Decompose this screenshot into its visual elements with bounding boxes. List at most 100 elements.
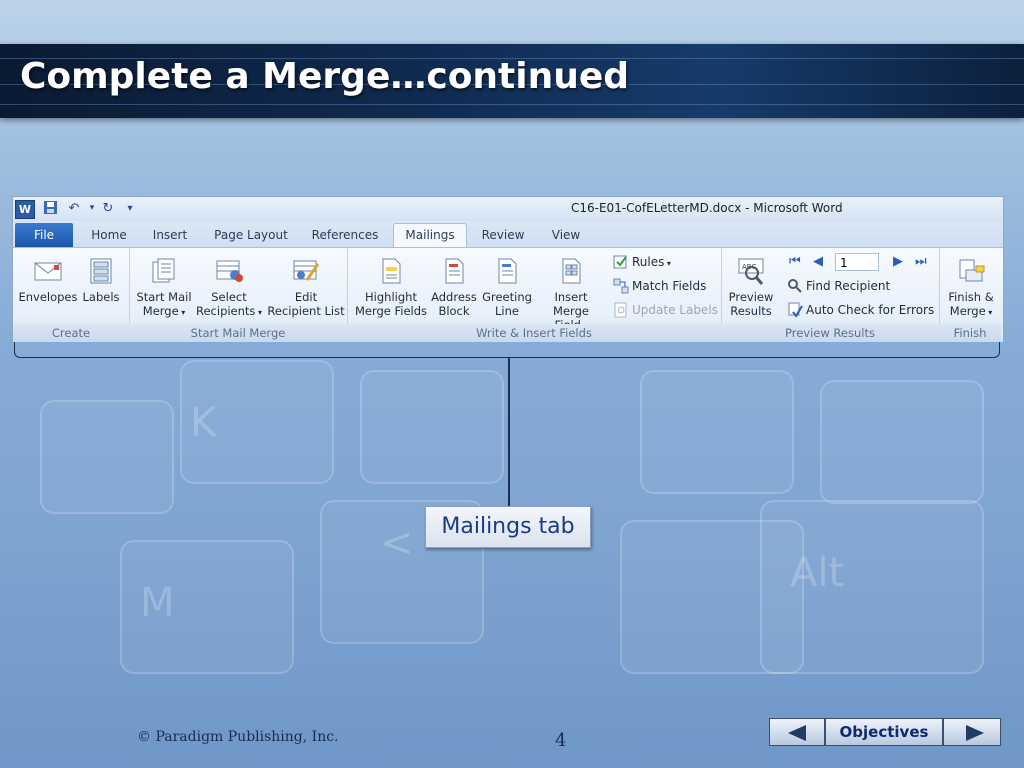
objectives-button[interactable]: Objectives [825, 718, 943, 746]
preview-results-icon: ABC [736, 256, 766, 286]
dropdown-arrow-icon: ▾ [664, 259, 671, 268]
dropdown-arrow-icon: ▾ [985, 308, 993, 317]
previous-slide-button[interactable] [769, 718, 825, 746]
group-start-mail-merge: Start Mail Merge ▾ Select Recipients ▾ E… [129, 248, 348, 342]
start-mail-merge-icon [149, 256, 179, 286]
callout-connector [508, 358, 510, 506]
save-icon[interactable] [41, 200, 59, 217]
highlight-label-2: Merge Fields [354, 304, 428, 318]
select-recipients-icon [214, 256, 244, 286]
labels-button[interactable]: Labels [79, 256, 123, 304]
highlight-label-1: Highlight [365, 290, 417, 304]
group-preview-results: ABC Preview Results ⏮ ◀ 1 ▶ ⏭ Find Recip… [721, 248, 940, 342]
group-label-start-mail-merge: Start Mail Merge [129, 324, 347, 342]
rules-icon [613, 254, 629, 270]
next-record-icon[interactable]: ▶ [893, 254, 903, 269]
next-slide-button[interactable] [943, 718, 1001, 746]
edit-recipient-list-label-2: Recipient List [267, 304, 345, 318]
last-record-icon[interactable]: ⏭ [915, 254, 927, 269]
edit-recipient-list-icon [291, 256, 321, 286]
tab-home[interactable]: Home [83, 224, 135, 246]
group-label-create: Create [13, 324, 129, 342]
rules-button[interactable]: Rules ▾ [613, 252, 671, 272]
dropdown-arrow-icon: ▾ [178, 308, 186, 317]
match-fields-button[interactable]: Match Fields [613, 276, 706, 296]
triangle-left-icon [788, 725, 806, 741]
preview-results-button[interactable]: ABC Preview Results [725, 256, 777, 318]
match-fields-icon [613, 278, 629, 294]
find-recipient-label: Find Recipient [806, 279, 891, 293]
previous-record-icon[interactable]: ◀ [813, 254, 823, 269]
address-block-button[interactable]: Address Block [429, 256, 479, 318]
envelope-icon [33, 256, 63, 286]
insert-merge-field-label-1: Insert Merge [553, 290, 589, 318]
find-recipient-icon [787, 278, 803, 294]
group-label-finish: Finish [939, 324, 1001, 342]
first-record-icon[interactable]: ⏮ [789, 254, 801, 269]
group-label-write-insert-fields: Write & Insert Fields [347, 324, 721, 342]
insert-merge-field-button[interactable]: Insert Merge Field ▾ [535, 256, 607, 334]
update-labels-button[interactable]: Update Labels [613, 300, 718, 320]
greeting-line-button[interactable]: Greeting Line [481, 256, 533, 318]
redo-icon[interactable]: ↻ [99, 200, 117, 217]
window-title: C16-E01-CofELetterMD.docx - Microsoft Wo… [571, 201, 843, 215]
start-mail-merge-button[interactable]: Start Mail Merge ▾ [133, 256, 195, 320]
auto-check-label: Auto Check for Errors [806, 303, 935, 317]
slide-navigation: Objectives [769, 718, 1001, 748]
envelopes-button[interactable]: Envelopes [17, 256, 79, 304]
start-mail-merge-label-2: Merge [142, 304, 179, 318]
tab-view[interactable]: View [541, 224, 591, 246]
tab-file[interactable]: File [15, 223, 73, 247]
finish-merge-label-1: Finish & [948, 290, 994, 304]
rules-label: Rules [632, 255, 665, 269]
find-recipient-button[interactable]: Find Recipient [787, 276, 890, 296]
ribbon-tabs: File Home Insert Page Layout References … [13, 221, 1003, 248]
mailings-tab-callout: Mailings tab [425, 506, 591, 548]
auto-check-errors-button[interactable]: Auto Check for Errors [787, 300, 934, 320]
select-recipients-label-2: Recipients [196, 304, 256, 318]
mailings-ribbon: Envelopes Labels Create Start Mail Merge… [13, 247, 1003, 342]
finish-merge-label-2: Merge [949, 304, 986, 318]
preview-results-label-2: Results [730, 304, 772, 318]
edit-recipient-list-button[interactable]: Edit Recipient List [267, 256, 345, 318]
greeting-line-label-1: Greeting [482, 290, 532, 304]
record-number-input[interactable]: 1 [835, 253, 879, 271]
undo-icon[interactable]: ↶ [65, 200, 83, 217]
greeting-line-label-2: Line [495, 304, 519, 318]
update-labels-label: Update Labels [632, 303, 718, 317]
dropdown-arrow-icon: ▾ [255, 308, 262, 317]
page-number: 4 [555, 730, 567, 751]
quick-access-toolbar: W ↶ ▾ ↻ ▾ C16-E01-CofELetterMD.docx - Mi… [13, 197, 1003, 221]
address-block-icon [439, 256, 469, 286]
labels-label: Labels [82, 290, 120, 304]
greeting-line-icon [492, 256, 522, 286]
update-labels-icon [613, 302, 629, 318]
edit-recipient-list-label-1: Edit [294, 290, 318, 304]
word-app-icon[interactable]: W [15, 200, 35, 219]
group-finish: Finish & Merge ▾ Finish [939, 248, 1001, 342]
insert-merge-field-icon [556, 256, 586, 286]
select-recipients-button[interactable]: Select Recipients ▾ [193, 256, 265, 320]
group-write-insert-fields: Highlight Merge Fields Address Block Gre… [347, 248, 722, 342]
select-recipients-label-1: Select [211, 290, 247, 304]
highlight-merge-fields-button[interactable]: Highlight Merge Fields [353, 256, 429, 318]
tab-review[interactable]: Review [475, 224, 531, 246]
triangle-right-icon [966, 725, 984, 741]
customize-qat-icon[interactable]: ▾ [121, 200, 139, 217]
highlight-merge-fields-icon [376, 256, 406, 286]
labels-icon [86, 256, 116, 286]
tab-references[interactable]: References [305, 224, 385, 246]
word-window: W ↶ ▾ ↻ ▾ C16-E01-CofELetterMD.docx - Mi… [12, 196, 1004, 342]
tab-insert[interactable]: Insert [143, 224, 197, 246]
tab-mailings[interactable]: Mailings [393, 223, 467, 248]
group-label-preview-results: Preview Results [721, 324, 939, 342]
copyright-footer: © Paradigm Publishing, Inc. [137, 729, 339, 745]
tab-page-layout[interactable]: Page Layout [209, 224, 293, 246]
slide-title: Complete a Merge…continued [20, 56, 630, 97]
auto-check-icon [787, 302, 803, 318]
start-mail-merge-label-1: Start Mail [136, 290, 192, 304]
finish-merge-button[interactable]: Finish & Merge ▾ [943, 256, 999, 320]
finish-merge-icon [956, 256, 986, 286]
envelopes-label: Envelopes [18, 290, 78, 304]
preview-results-label-1: Preview [728, 290, 774, 304]
